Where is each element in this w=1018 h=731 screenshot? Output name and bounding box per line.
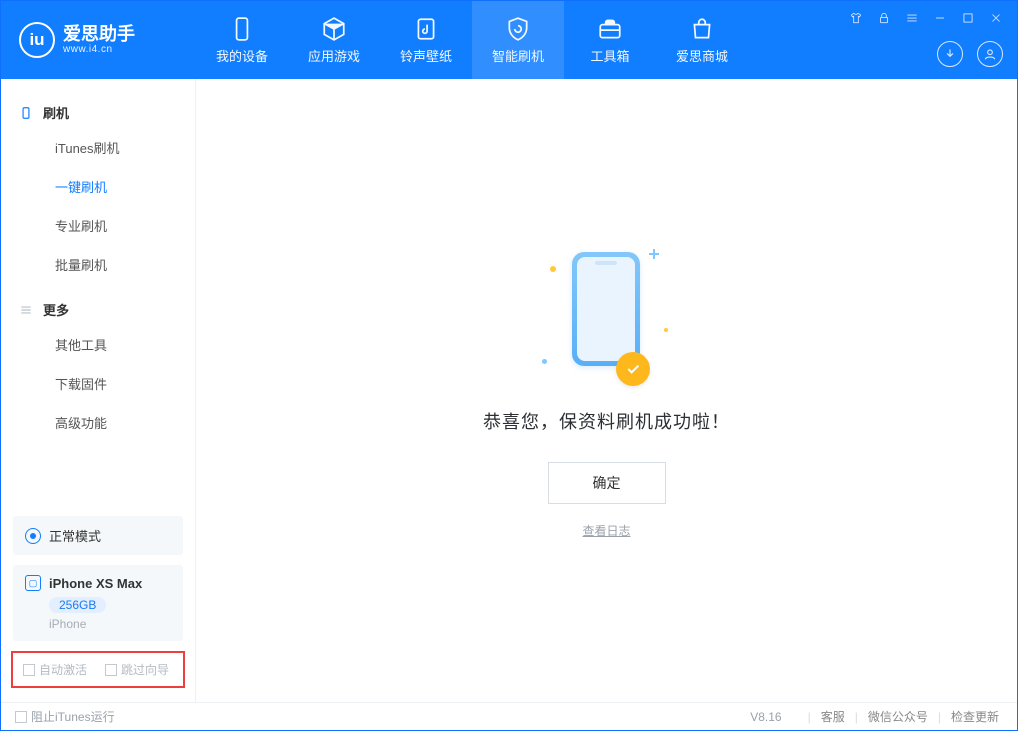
success-message: 恭喜您，保资料刷机成功啦！ xyxy=(483,408,730,434)
device-card[interactable]: ▢ iPhone XS Max 256GB iPhone xyxy=(13,565,183,641)
brand-url: www.i4.cn xyxy=(63,44,135,55)
device-name: iPhone XS Max xyxy=(49,576,142,591)
sidebar-item-batch-flash[interactable]: 批量刷机 xyxy=(1,245,195,284)
sidebar-title-flash: 刷机 xyxy=(1,97,195,128)
sidebar-bottom: 正常模式 ▢ iPhone XS Max 256GB iPhone 自动激活 跳… xyxy=(1,516,195,702)
mode-dot-icon xyxy=(25,528,41,544)
status-bar: 阻止iTunes运行 V8.16 | 客服 | 微信公众号 | 检查更新 xyxy=(1,702,1017,730)
phone-icon xyxy=(229,16,255,42)
sidebar-item-advanced[interactable]: 高级功能 xyxy=(1,403,195,442)
header-toolbar: iu 爱思助手 www.i4.cn 我的设备 应用游戏 铃声壁纸 智能刷机 工具… xyxy=(1,1,1017,79)
account-button[interactable] xyxy=(977,41,1003,67)
tab-store[interactable]: 爱思商城 xyxy=(656,1,748,79)
maximize-button[interactable] xyxy=(959,11,977,25)
sparkle-icon xyxy=(550,266,556,272)
main-content: 恭喜您，保资料刷机成功啦！ 确定 查看日志 xyxy=(196,79,1017,702)
tab-apps-games[interactable]: 应用游戏 xyxy=(288,1,380,79)
download-button[interactable] xyxy=(937,41,963,67)
shield-refresh-icon xyxy=(505,16,531,42)
options-highlight: 自动激活 跳过向导 xyxy=(11,651,185,688)
device-outline-icon xyxy=(19,106,33,120)
sidebar-item-pro-flash[interactable]: 专业刷机 xyxy=(1,206,195,245)
tab-label: 应用游戏 xyxy=(308,46,360,65)
tab-toolbox[interactable]: 工具箱 xyxy=(564,1,656,79)
mode-card[interactable]: 正常模式 xyxy=(13,516,183,555)
sidebar-section-flash: 刷机 iTunes刷机 一键刷机 专业刷机 批量刷机 xyxy=(1,97,195,284)
sparkle-icon xyxy=(664,328,668,332)
tab-my-device[interactable]: 我的设备 xyxy=(196,1,288,79)
tab-ringtone-wallpaper[interactable]: 铃声壁纸 xyxy=(380,1,472,79)
tab-smart-flash[interactable]: 智能刷机 xyxy=(472,1,564,79)
toolbox-icon xyxy=(597,16,623,42)
checkbox-skip-guide[interactable]: 跳过向导 xyxy=(105,661,169,678)
shirt-icon[interactable] xyxy=(847,11,865,25)
mode-label: 正常模式 xyxy=(49,526,101,545)
sidebar-item-download-firmware[interactable]: 下载固件 xyxy=(1,364,195,403)
device-capacity: 256GB xyxy=(49,597,106,613)
sidebar-title-more: 更多 xyxy=(1,294,195,325)
device-model: iPhone xyxy=(49,617,171,631)
sidebar-item-onekey-flash[interactable]: 一键刷机 xyxy=(1,167,195,206)
sidebar-item-other-tools[interactable]: 其他工具 xyxy=(1,325,195,364)
ok-button[interactable]: 确定 xyxy=(548,462,666,504)
brand: iu 爱思助手 www.i4.cn xyxy=(1,1,196,79)
device-icon: ▢ xyxy=(25,575,41,591)
tab-label: 工具箱 xyxy=(590,46,629,65)
header-actions xyxy=(937,41,1003,67)
music-file-icon xyxy=(413,16,439,42)
cube-icon xyxy=(321,16,347,42)
brand-name: 爱思助手 xyxy=(63,25,135,45)
checkbox-block-itunes[interactable]: 阻止iTunes运行 xyxy=(15,708,115,725)
phone-illustration-icon xyxy=(572,252,640,366)
tab-label: 爱思商城 xyxy=(676,46,728,65)
tab-label: 铃声壁纸 xyxy=(400,46,452,65)
success-illustration xyxy=(532,242,682,382)
bag-icon xyxy=(689,16,715,42)
check-update-link[interactable]: 检查更新 xyxy=(951,708,999,725)
success-check-badge-icon xyxy=(616,352,650,386)
sidebar-section-more: 更多 其他工具 下载固件 高级功能 xyxy=(1,294,195,442)
sparkle-icon xyxy=(542,359,547,364)
minimize-button[interactable] xyxy=(931,11,949,25)
checkbox-auto-activate[interactable]: 自动激活 xyxy=(23,661,87,678)
window-controls xyxy=(847,11,1005,25)
lock-icon[interactable] xyxy=(875,11,893,25)
list-icon xyxy=(19,303,33,317)
sidebar-item-itunes-flash[interactable]: iTunes刷机 xyxy=(1,128,195,167)
wechat-link[interactable]: 微信公众号 xyxy=(868,708,928,725)
body: 刷机 iTunes刷机 一键刷机 专业刷机 批量刷机 更多 其他工具 下载固件 … xyxy=(1,79,1017,702)
menu-icon[interactable] xyxy=(903,11,921,25)
brand-logo-icon: iu xyxy=(19,22,55,58)
support-link[interactable]: 客服 xyxy=(821,708,845,725)
sidebar: 刷机 iTunes刷机 一键刷机 专业刷机 批量刷机 更多 其他工具 下载固件 … xyxy=(1,79,196,702)
view-log-link[interactable]: 查看日志 xyxy=(582,522,630,539)
nav-tabs: 我的设备 应用游戏 铃声壁纸 智能刷机 工具箱 爱思商城 xyxy=(196,1,748,79)
close-button[interactable] xyxy=(987,11,1005,25)
tab-label: 智能刷机 xyxy=(492,46,544,65)
tab-label: 我的设备 xyxy=(216,46,268,65)
version-label: V8.16 xyxy=(750,710,781,724)
